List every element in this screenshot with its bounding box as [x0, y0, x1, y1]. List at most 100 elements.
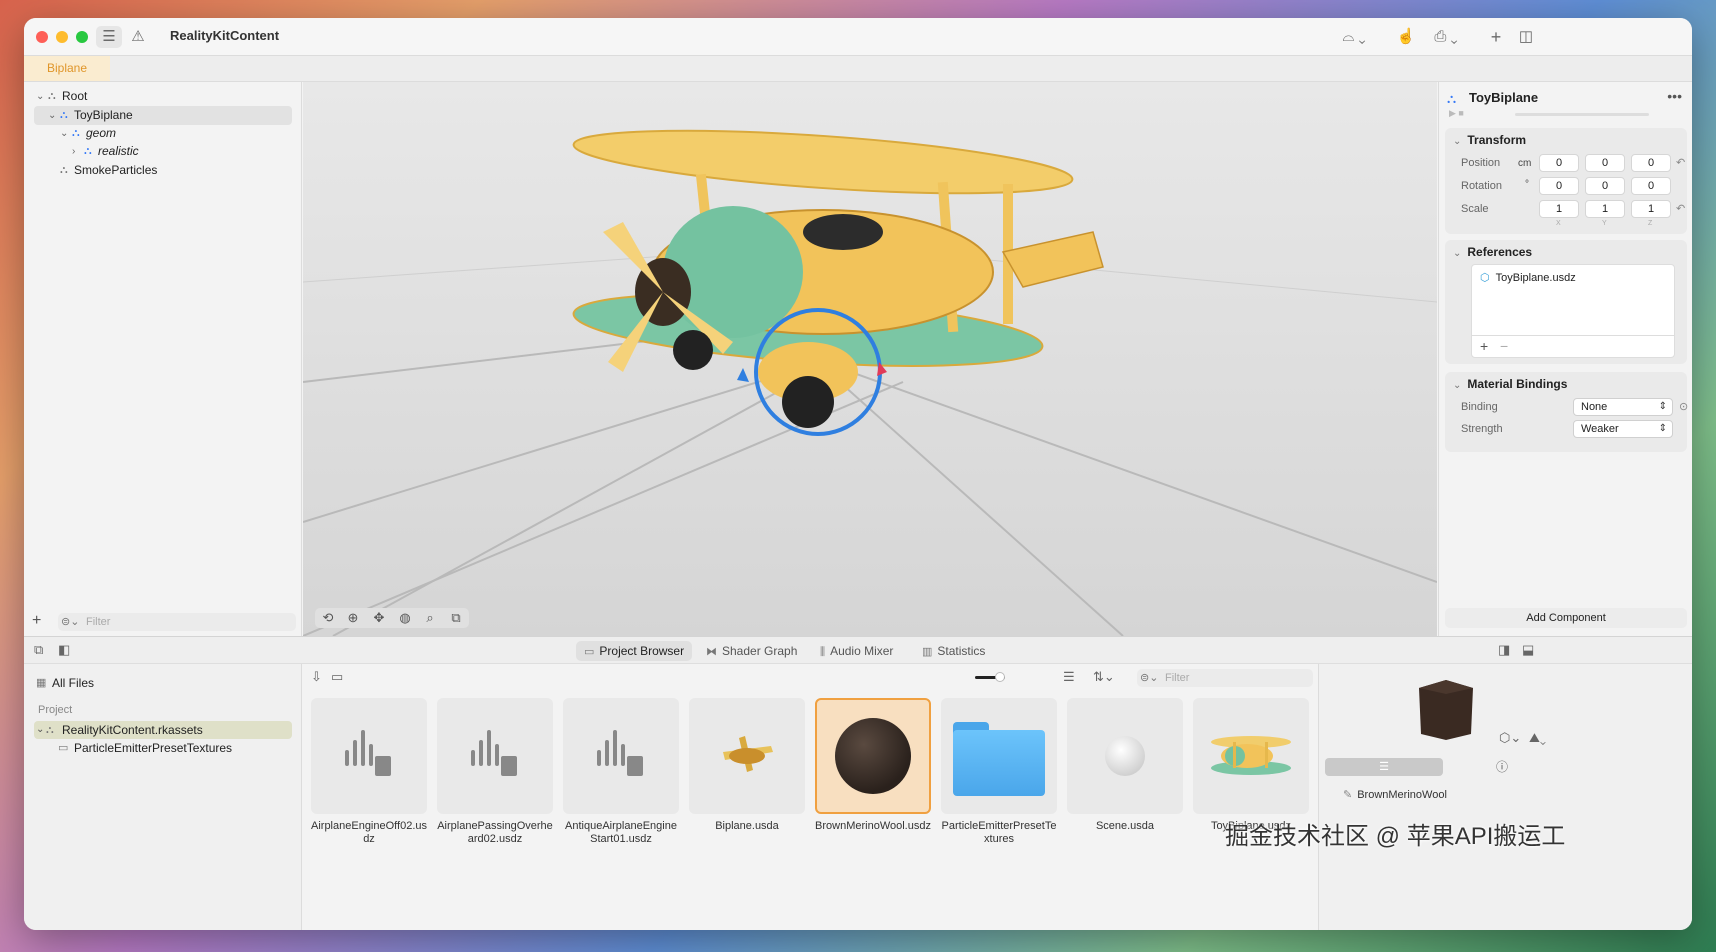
scale-y-field[interactable]: 1	[1585, 200, 1625, 218]
rotation-y-field[interactable]: 0	[1585, 177, 1625, 195]
filter-icon[interactable]: ⊜⌄	[1140, 669, 1158, 687]
preview-shape-icon[interactable]: ⬡⌄	[1499, 730, 1521, 746]
browser-toolbar: ⇩ ▭ ☰ ⇅⌄ ⊜⌄ Filter	[303, 664, 1317, 690]
chevron-down-icon[interactable]: ⌄	[60, 124, 68, 143]
transform-header[interactable]: ⌄ Transform	[1453, 133, 1526, 147]
sidebar-toggle-icon[interactable]: ☰	[96, 26, 122, 48]
chevron-down-icon[interactable]: ⌄	[36, 721, 44, 739]
sort-icon[interactable]: ⇅⌄	[1093, 669, 1115, 685]
strength-select[interactable]: Weaker ⇕	[1573, 420, 1673, 438]
binding-select[interactable]: None ⇕	[1573, 398, 1673, 416]
3d-viewport[interactable]: ⟲ ⊕ ✥ ◍ ⌕ ⧉	[303, 82, 1437, 636]
tree-item-smokeparticles[interactable]: ⛬ SmokeParticles	[34, 161, 292, 180]
pan-icon[interactable]: ⊕	[342, 608, 364, 628]
preview-material-row[interactable]: ✎ BrownMerinoWool	[1343, 788, 1447, 801]
asset-name: Scene.usda	[1095, 820, 1155, 832]
tree-item-toybiplane[interactable]: ⌄ ⛬ ToyBiplane	[34, 106, 292, 125]
new-folder-icon[interactable]: ▭	[331, 669, 343, 685]
asset-tile[interactable]: AntiqueAirplaneEngineStart01.usdz	[563, 698, 679, 846]
audio-file-icon	[563, 698, 679, 814]
material-cube-preview	[1419, 680, 1473, 740]
preview-environment-icon[interactable]: ⛰⌄	[1529, 730, 1546, 746]
filter-placeholder: Filter	[1165, 672, 1190, 684]
entity-icon: ⛬	[1447, 91, 1457, 106]
reference-item[interactable]: ⬡ ToyBiplane.usdz	[1480, 271, 1576, 284]
outline-filter-input[interactable]: ⊜⌄ Filter	[58, 613, 296, 631]
minimize-window-button[interactable]	[56, 31, 68, 43]
camera-icon[interactable]: ⎙ ⌄	[1428, 26, 1464, 48]
import-icon[interactable]: ⇩	[311, 669, 322, 685]
references-header[interactable]: ⌄ References	[1453, 245, 1532, 259]
close-window-button[interactable]	[36, 31, 48, 43]
usdz-file-icon: ⬡	[1480, 272, 1490, 284]
tree-item-label: ToyBiplane	[74, 108, 133, 122]
zoom-icon[interactable]: ⌕	[419, 608, 441, 628]
inspector-panel-icon[interactable]: ◨	[1498, 642, 1510, 658]
asset-tile[interactable]: ParticleEmitterPresetTextures	[941, 698, 1057, 846]
tab-biplane[interactable]: Biplane	[24, 56, 110, 81]
watermark-text: 掘金技术社区 @ 苹果API搬运工	[1225, 823, 1566, 850]
move-icon[interactable]: ✥	[368, 608, 390, 628]
timeline-play-icon[interactable]: ▶ ■	[1449, 108, 1464, 119]
add-component-button[interactable]: Add Component	[1445, 608, 1687, 628]
remove-reference-icon[interactable]: −	[1500, 338, 1508, 354]
zoom-window-button[interactable]	[76, 31, 88, 43]
asset-tile-selected[interactable]: BrownMerinoWool.usdz	[815, 698, 931, 833]
play-gesture-icon[interactable]: ☝	[1396, 26, 1416, 48]
tab-shader-graph[interactable]: ⧓ Shader Graph	[698, 641, 805, 661]
reset-icon[interactable]: ↶	[1676, 156, 1685, 169]
scale-z-field[interactable]: 1	[1631, 200, 1671, 218]
add-reference-icon[interactable]: +	[1480, 338, 1488, 354]
more-options-icon[interactable]: •••	[1667, 88, 1682, 104]
rkassets-item[interactable]: ⌄ ⛬ RealityKitContent.rkassets	[34, 721, 292, 739]
timeline-scrubber[interactable]	[1515, 113, 1649, 116]
material-bindings-header[interactable]: ⌄ Material Bindings	[1453, 377, 1567, 391]
tab-project-browser[interactable]: ▭ Project Browser	[576, 641, 693, 661]
add-entity-icon[interactable]: +	[32, 612, 41, 630]
position-y-field[interactable]: 0	[1585, 154, 1625, 172]
chart-icon: ▥	[922, 646, 933, 658]
orbit-icon[interactable]: ⟲	[317, 608, 339, 628]
bottom-panel-icon[interactable]: ⬓	[1522, 642, 1534, 658]
navigate-arrow-icon[interactable]: ⊙	[1679, 400, 1688, 413]
chevron-right-icon[interactable]: ›	[72, 142, 75, 161]
preview-list-tab[interactable]: ☰	[1325, 758, 1443, 776]
rotate-icon[interactable]: ◍	[394, 608, 416, 628]
list-view-icon[interactable]: ☰	[1063, 669, 1075, 685]
inspector-entity-name: ToyBiplane	[1469, 90, 1539, 105]
strength-label: Strength	[1461, 423, 1503, 435]
all-files-item[interactable]: ▦ All Files	[34, 674, 292, 692]
headset-preview-icon[interactable]: ⌓ ⌄	[1336, 26, 1372, 48]
reset-icon[interactable]: ↶	[1676, 202, 1685, 215]
window-title: RealityKitContent	[170, 28, 280, 43]
asset-tile[interactable]: AirplanePassingOverheard02.usdz	[437, 698, 553, 846]
inspector-toggle-icon[interactable]: ◫	[1514, 26, 1538, 48]
camera-frame-icon[interactable]: ⧉	[445, 608, 467, 628]
add-icon[interactable]: +	[1486, 26, 1506, 48]
asset-tile[interactable]: Biplane.usda	[689, 698, 805, 833]
window-layout-icon[interactable]: ⧉	[34, 642, 43, 658]
chevron-down-icon[interactable]: ⌄	[48, 106, 56, 125]
scale-x-field[interactable]: 1	[1539, 200, 1579, 218]
position-z-field[interactable]: 0	[1631, 154, 1671, 172]
rotation-z-field[interactable]: 0	[1631, 177, 1671, 195]
browser-filter-input[interactable]: ⊜⌄ Filter	[1137, 669, 1313, 687]
filter-icon[interactable]: ⊜⌄	[61, 613, 79, 631]
asset-tile[interactable]: AirplaneEngineOff02.usdz	[311, 698, 427, 846]
warning-icon[interactable]: ⚠	[128, 26, 148, 48]
position-x-field[interactable]: 0	[1539, 154, 1579, 172]
particle-textures-folder-item[interactable]: ▭ ParticleEmitterPresetTextures	[34, 739, 292, 757]
chevron-down-icon[interactable]: ⌄	[36, 87, 44, 106]
asset-tile[interactable]: Scene.usda	[1067, 698, 1183, 833]
info-icon[interactable]: ⓘ	[1443, 758, 1561, 776]
sidebar-icon[interactable]: ◧	[58, 642, 70, 658]
tree-item-root[interactable]: ⌄ ⛬ Root	[34, 87, 292, 106]
tab-audio-mixer[interactable]: ⫼ Audio Mixer	[812, 641, 901, 661]
tree-item-realistic[interactable]: › ⛬ realistic	[34, 142, 292, 161]
asset-tile[interactable]: ToyBiplane.usdz	[1193, 698, 1309, 833]
slider-knob[interactable]	[995, 672, 1005, 682]
tree-item-geom[interactable]: ⌄ ⛬ geom	[34, 124, 292, 143]
rotation-x-field[interactable]: 0	[1539, 177, 1579, 195]
title-bar: ☰ ⚠ RealityKitContent ⌓ ⌄ ☝ ⎙ ⌄ + ◫	[24, 18, 1692, 56]
tab-statistics[interactable]: ▥ Statistics	[914, 641, 993, 661]
